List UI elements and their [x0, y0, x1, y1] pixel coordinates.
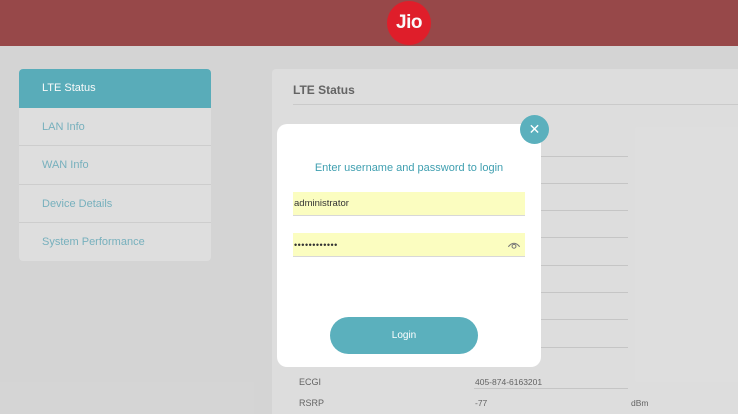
- login-button[interactable]: Login: [330, 317, 478, 354]
- username-input[interactable]: [293, 192, 525, 216]
- eye-icon[interactable]: [507, 238, 521, 252]
- close-icon[interactable]: ✕: [520, 115, 549, 144]
- password-input[interactable]: [293, 233, 525, 257]
- login-dialog: Enter username and password to login Log…: [277, 124, 541, 367]
- login-prompt: Enter username and password to login: [314, 162, 504, 174]
